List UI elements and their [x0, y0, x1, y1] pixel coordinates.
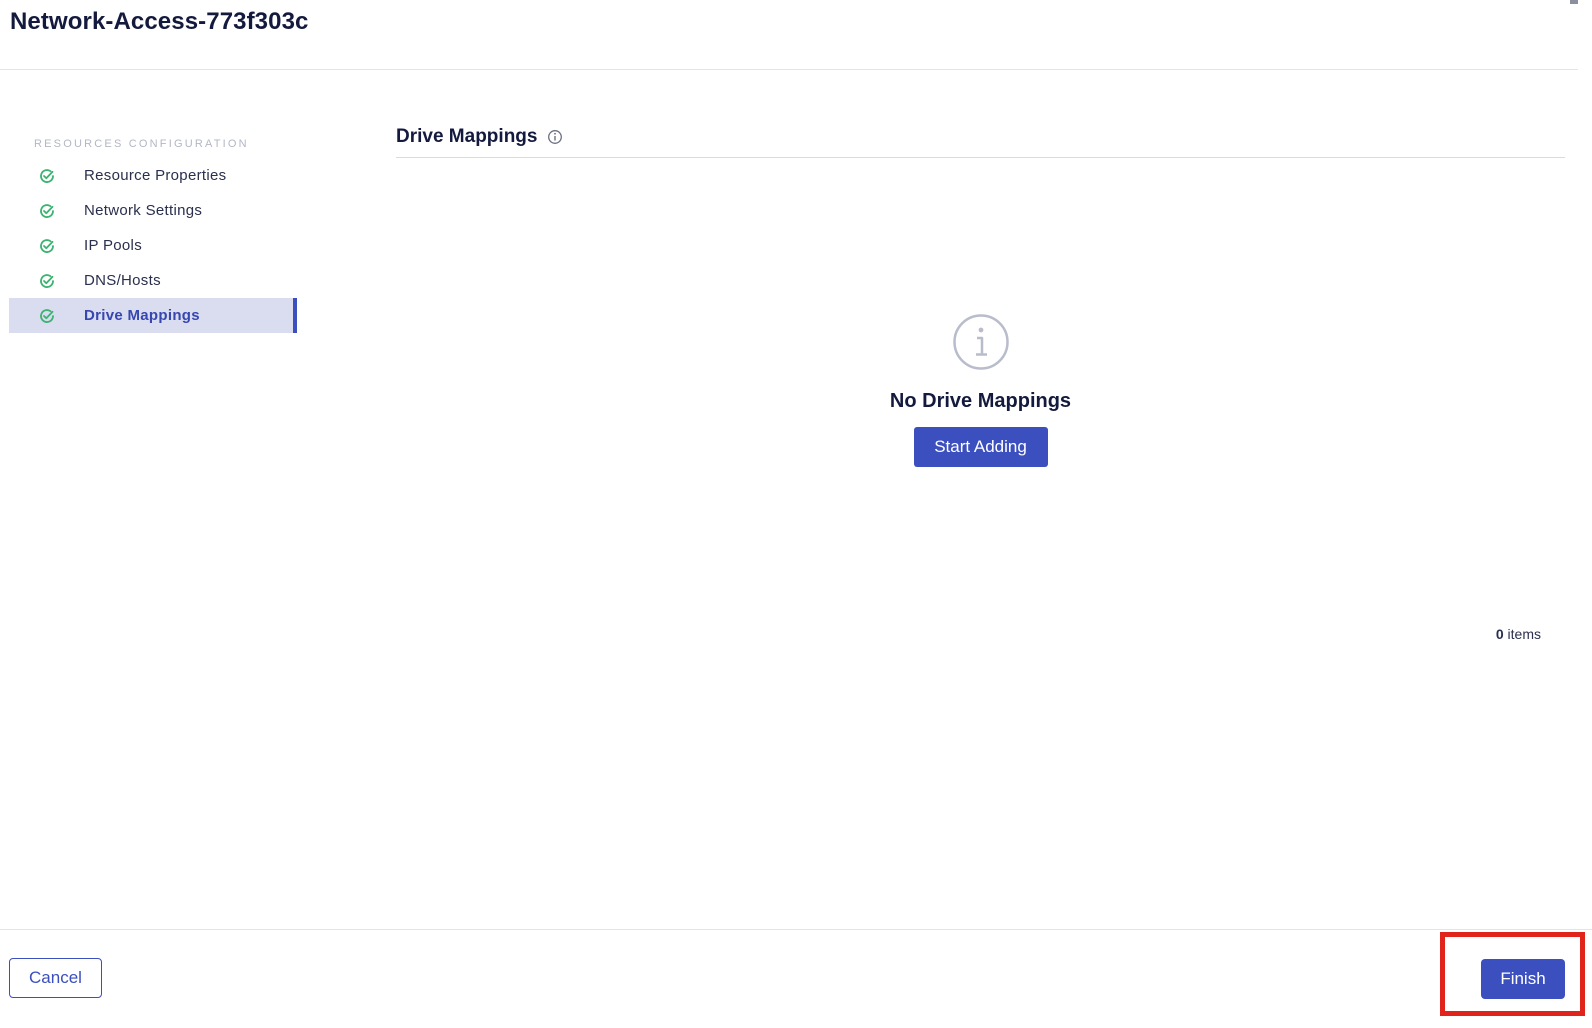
sidebar-item-label: Resource Properties — [84, 167, 227, 184]
check-circle-icon — [40, 169, 54, 183]
check-circle-icon — [40, 204, 54, 218]
sidebar-item-label: IP Pools — [84, 237, 142, 254]
section-title: Drive Mappings — [396, 125, 538, 147]
empty-state-title: No Drive Mappings — [889, 390, 1072, 412]
info-icon[interactable] — [547, 129, 563, 145]
sidebar-item-label: Drive Mappings — [84, 307, 200, 324]
sidebar-item-ip-pools[interactable]: IP Pools — [9, 228, 297, 263]
section-header: Drive Mappings — [396, 118, 1565, 158]
sidebar-item-label: Network Settings — [84, 202, 203, 219]
footer: Cancel Finish — [0, 929, 1592, 1028]
check-circle-icon — [40, 274, 54, 288]
info-circle-icon — [952, 314, 1009, 370]
finish-button[interactable]: Finish — [1481, 959, 1565, 999]
sidebar-item-resource-properties[interactable]: Resource Properties — [9, 158, 297, 193]
items-count-number: 0 — [1495, 626, 1504, 642]
sidebar-item-dns-hosts[interactable]: DNS/Hosts — [9, 263, 297, 298]
check-circle-icon — [40, 309, 54, 323]
start-adding-button[interactable]: Start Adding — [913, 427, 1048, 467]
check-circle-icon — [40, 239, 54, 253]
empty-state: No Drive Mappings Start Adding — [396, 313, 1565, 467]
main-content: Drive Mappings No Drive Mappings Start A… — [396, 118, 1565, 642]
sidebar: RESOURCES CONFIGURATION Resource Propert… — [9, 130, 297, 333]
header: Network-Access-773f303c — [0, 0, 1578, 70]
items-count-label: items — [1507, 626, 1541, 642]
corner-mark — [1570, 0, 1578, 4]
sidebar-item-drive-mappings[interactable]: Drive Mappings — [9, 298, 297, 333]
sidebar-section-title: RESOURCES CONFIGURATION — [34, 138, 249, 150]
sidebar-item-network-settings[interactable]: Network Settings — [9, 193, 297, 228]
wizard-page: Network-Access-773f303c RESOURCES CONFIG… — [0, 0, 1592, 1028]
page-title: Network-Access-773f303c — [10, 8, 309, 35]
items-count: 0 items — [1496, 626, 1541, 642]
sidebar-item-label: DNS/Hosts — [84, 272, 161, 289]
cancel-button[interactable]: Cancel — [9, 958, 102, 998]
